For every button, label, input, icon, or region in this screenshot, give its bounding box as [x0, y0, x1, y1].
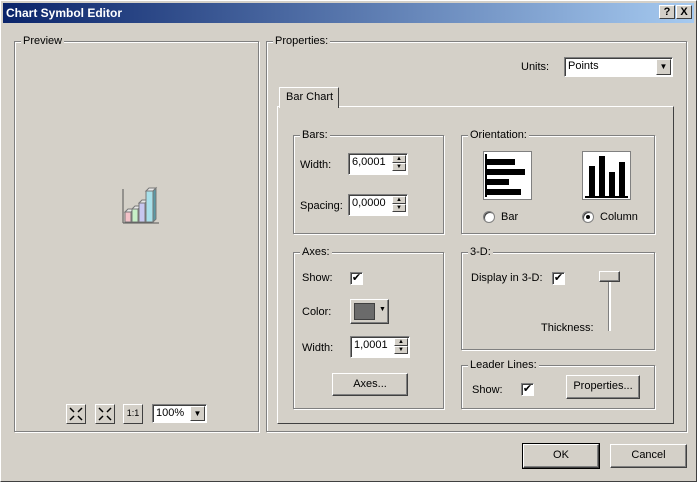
zoom-out-tool-button[interactable] [95, 404, 115, 424]
tab-bar-chart[interactable]: Bar Chart [279, 87, 339, 108]
bar-radio[interactable] [483, 211, 495, 223]
cancel-button-label: Cancel [631, 449, 666, 461]
axes-button-label: Axes... [353, 378, 387, 390]
spin-down-icon[interactable]: ▼ [394, 346, 408, 354]
preview-group: Preview 1:1 100% ▼ [14, 35, 259, 432]
axes-group: Axes: Show: ✔ Color: ▼ Width: 1,0001 ▲ ▼ [293, 246, 444, 409]
axes-color-button[interactable]: ▼ [350, 299, 389, 324]
leader-lines-show-checkbox[interactable]: ✔ [521, 383, 534, 396]
cancel-button[interactable]: Cancel [610, 444, 687, 468]
axes-color-label: Color: [302, 306, 332, 318]
thickness-slider-thumb[interactable] [599, 271, 620, 282]
three-d-group: 3-D: Display in 3-D: ✔ Thickness: [461, 246, 655, 350]
spin-up-icon[interactable]: ▲ [392, 196, 406, 204]
chart-symbol-editor-dialog: Chart Symbol Editor ? X Preview 1:1 100%… [0, 0, 697, 482]
bar-orientation-image[interactable] [483, 151, 532, 200]
bars-group: Bars: Width: 6,0001 ▲ ▼ Spacing: 0,0000 … [293, 129, 444, 234]
color-swatch [354, 303, 375, 320]
properties-group-label: Properties: [273, 35, 331, 47]
column-radio[interactable] [582, 211, 594, 223]
close-button[interactable]: X [676, 5, 692, 19]
axes-button[interactable]: Axes... [332, 373, 408, 396]
help-button[interactable]: ? [659, 5, 675, 19]
radio-selected-dot [586, 215, 590, 219]
spin-up-icon[interactable]: ▲ [392, 155, 406, 163]
bar-radio-label: Bar [501, 211, 519, 223]
display-in-3d-checkbox[interactable]: ✔ [552, 272, 565, 285]
title-bar[interactable]: Chart Symbol Editor ? X [3, 3, 694, 23]
zoom-select[interactable]: 100% ▼ [152, 404, 207, 423]
expand-arrows-icon [98, 407, 112, 421]
thickness-label: Thickness: [541, 322, 594, 334]
preview-group-label: Preview [21, 35, 65, 47]
shrink-arrows-icon [69, 407, 83, 421]
tab-bar-chart-label: Bar Chart [286, 91, 334, 103]
zoom-value: 100% [156, 407, 185, 419]
axes-width-spinner[interactable]: 1,0001 ▲ ▼ [350, 336, 410, 358]
leader-lines-group-label: Leader Lines: [468, 359, 539, 371]
actual-size-tool-button[interactable]: 1:1 [123, 404, 143, 424]
bars-spacing-label: Spacing: [300, 200, 343, 212]
window-title: Chart Symbol Editor [6, 6, 123, 20]
orientation-group: Orientation: Bar Column [461, 129, 655, 234]
display-in-3d-label: Display in 3-D: [471, 272, 543, 284]
ok-button[interactable]: OK [522, 443, 600, 469]
bars-spacing-value: 0,0000 [352, 197, 386, 209]
units-select[interactable]: Points ▼ [564, 57, 673, 77]
leader-lines-show-label: Show: [472, 384, 503, 396]
zoom-in-tool-button[interactable] [66, 404, 86, 424]
bars-width-value: 6,0001 [352, 156, 386, 168]
ok-button-label: OK [553, 449, 569, 461]
axes-width-value: 1,0001 [354, 339, 388, 351]
spin-up-icon[interactable]: ▲ [394, 338, 408, 346]
chevron-down-icon[interactable]: ▼ [190, 406, 205, 421]
properties-group: Properties: Units: Points ▼ Bar Chart Ba… [266, 35, 687, 432]
bars-width-spinner[interactable]: 6,0001 ▲ ▼ [348, 153, 408, 175]
column-orientation-image[interactable] [582, 151, 631, 200]
leader-lines-properties-label: Properties... [573, 380, 633, 392]
bar-chart-preview-icon [122, 186, 159, 224]
orientation-group-label: Orientation: [468, 129, 529, 141]
bars-group-label: Bars: [300, 129, 330, 141]
axes-show-checkbox[interactable]: ✔ [350, 272, 363, 285]
units-label: Units: [521, 61, 550, 73]
bars-width-label: Width: [300, 159, 332, 171]
three-d-group-label: 3-D: [468, 246, 493, 258]
axes-show-label: Show: [302, 272, 333, 284]
vertical-columns-icon [585, 156, 628, 198]
units-value: Points [568, 60, 599, 72]
leader-lines-group: Leader Lines: Show: ✔ Properties... [461, 359, 655, 409]
axes-width-label: Width: [302, 342, 334, 354]
chevron-down-icon[interactable]: ▼ [656, 59, 671, 75]
bars-spacing-spinner[interactable]: 0,0000 ▲ ▼ [348, 194, 408, 216]
chevron-down-icon: ▼ [379, 306, 386, 313]
spin-down-icon[interactable]: ▼ [392, 204, 406, 212]
leader-lines-properties-button[interactable]: Properties... [566, 375, 640, 399]
column-radio-label: Column [600, 211, 638, 223]
horizontal-bars-icon [485, 154, 525, 197]
spin-down-icon[interactable]: ▼ [392, 163, 406, 171]
bar-chart-tab-panel: Bars: Width: 6,0001 ▲ ▼ Spacing: 0,0000 … [277, 106, 674, 424]
axes-group-label: Axes: [300, 246, 332, 258]
